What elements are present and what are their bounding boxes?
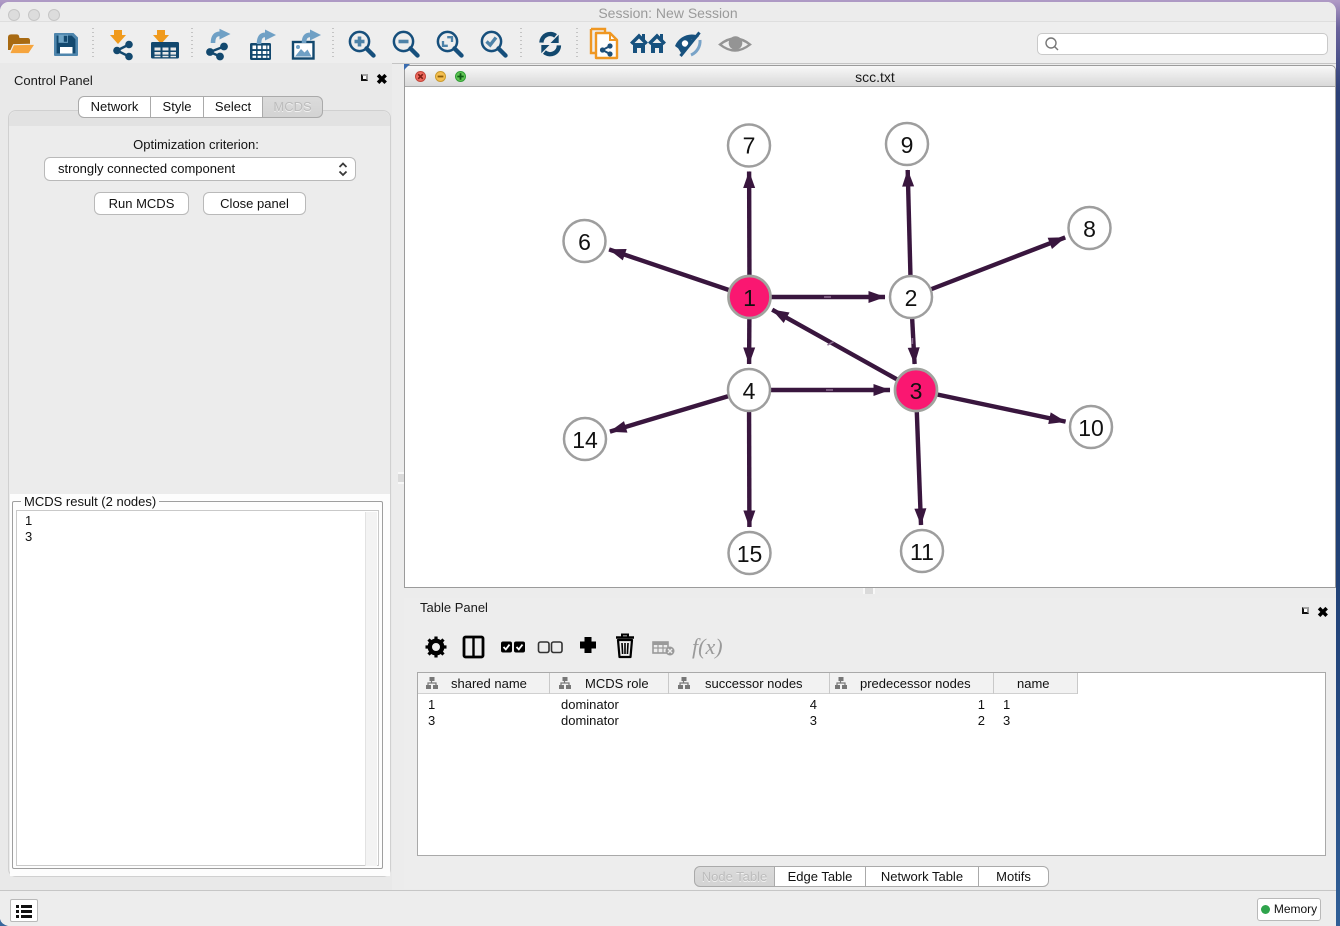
svg-text:3: 3 <box>910 378 923 404</box>
svg-text:7: 7 <box>743 133 756 159</box>
svg-text:15: 15 <box>737 541 763 567</box>
svg-text:6: 6 <box>578 229 591 255</box>
svg-text:2: 2 <box>905 285 918 311</box>
svg-text:8: 8 <box>1083 216 1096 242</box>
svg-text:4: 4 <box>743 378 756 404</box>
svg-text:10: 10 <box>1078 415 1104 441</box>
svg-text:9: 9 <box>901 132 914 158</box>
svg-text:f(x): f(x) <box>692 634 723 659</box>
svg-text:11: 11 <box>910 539 934 565</box>
svg-text:14: 14 <box>572 427 598 453</box>
svg-text:1: 1 <box>743 285 756 311</box>
